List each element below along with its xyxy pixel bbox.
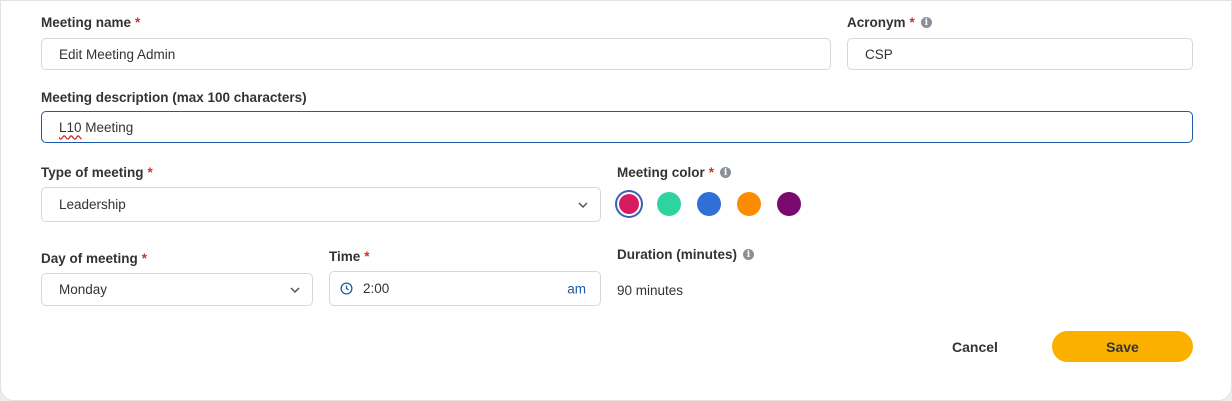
meeting-name-value: Edit Meeting Admin	[59, 46, 176, 62]
type-select[interactable]: Leadership	[41, 187, 601, 222]
chevron-down-icon	[578, 201, 588, 208]
duration-label-text: Duration (minutes)	[617, 247, 737, 262]
type-label: Type of meeting *	[41, 165, 153, 180]
spellcheck-word: L10	[59, 119, 82, 135]
required-marker: *	[141, 251, 148, 266]
chevron-down-icon	[290, 286, 300, 293]
time-value: 2:00	[363, 281, 390, 296]
required-marker: *	[135, 15, 141, 30]
required-marker: *	[708, 165, 715, 180]
day-value: Monday	[59, 282, 108, 297]
save-button[interactable]: Save	[1052, 331, 1193, 362]
day-label: Day of meeting *	[41, 251, 147, 266]
info-icon[interactable]: i	[743, 249, 754, 260]
type-value: Leadership	[59, 197, 126, 212]
color-label-text: Meeting color	[617, 165, 705, 180]
color-label: Meeting color * i	[617, 165, 732, 180]
time-input[interactable]: 2:00 am	[329, 271, 601, 306]
clock-icon	[340, 282, 353, 295]
acronym-input[interactable]: CSP	[847, 38, 1193, 70]
acronym-label-text: Acronym	[847, 15, 906, 30]
description-value: Meeting	[81, 119, 134, 135]
description-label-text: Meeting description (max 100 characters)	[41, 90, 307, 105]
description-label: Meeting description (max 100 characters)	[41, 90, 307, 105]
required-marker: *	[909, 15, 915, 30]
cancel-button[interactable]: Cancel	[941, 331, 1009, 362]
acronym-value: CSP	[865, 46, 893, 62]
meeting-name-label-text: Meeting name	[41, 15, 132, 30]
duration-label: Duration (minutes) i	[617, 247, 754, 262]
day-select[interactable]: Monday	[41, 273, 313, 306]
info-icon[interactable]: i	[920, 17, 932, 28]
meeting-form-card: Meeting name * Edit Meeting Admin Acrony…	[0, 0, 1232, 401]
ampm-toggle[interactable]: am	[567, 281, 586, 296]
description-input[interactable]: L10 Meeting	[41, 111, 1193, 143]
color-swatch-teal[interactable]	[657, 192, 681, 216]
color-swatch-pink[interactable]	[619, 194, 639, 214]
color-swatch-purple[interactable]	[777, 192, 801, 216]
info-icon[interactable]: i	[720, 167, 732, 178]
time-label: Time *	[329, 249, 370, 264]
color-swatch-blue[interactable]	[697, 192, 721, 216]
required-marker: *	[147, 165, 153, 180]
meeting-name-input[interactable]: Edit Meeting Admin	[41, 38, 831, 70]
day-label-text: Day of meeting	[41, 251, 138, 266]
type-label-text: Type of meeting	[41, 165, 144, 180]
meeting-name-label: Meeting name *	[41, 15, 140, 30]
color-swatch-orange[interactable]	[737, 192, 761, 216]
required-marker: *	[364, 249, 370, 264]
time-label-text: Time	[329, 249, 361, 264]
duration-value: 90 minutes	[617, 283, 684, 298]
acronym-label: Acronym * i	[847, 15, 932, 30]
